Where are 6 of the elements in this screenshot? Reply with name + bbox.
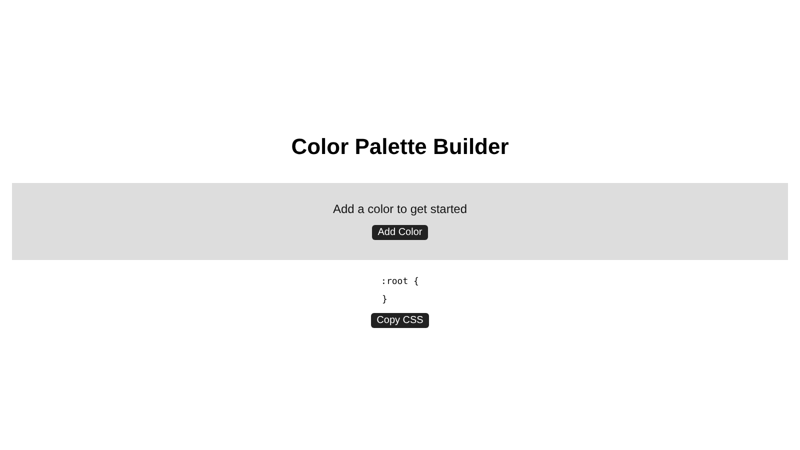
page-title: Color Palette Builder <box>291 134 509 160</box>
css-code-line: :root { <box>381 277 419 287</box>
empty-message: Add a color to get started <box>332 202 468 216</box>
add-color-button[interactable]: Add Color <box>372 225 428 240</box>
copy-css-button[interactable]: Copy CSS <box>370 313 430 328</box>
css-code-line: } <box>382 295 388 305</box>
